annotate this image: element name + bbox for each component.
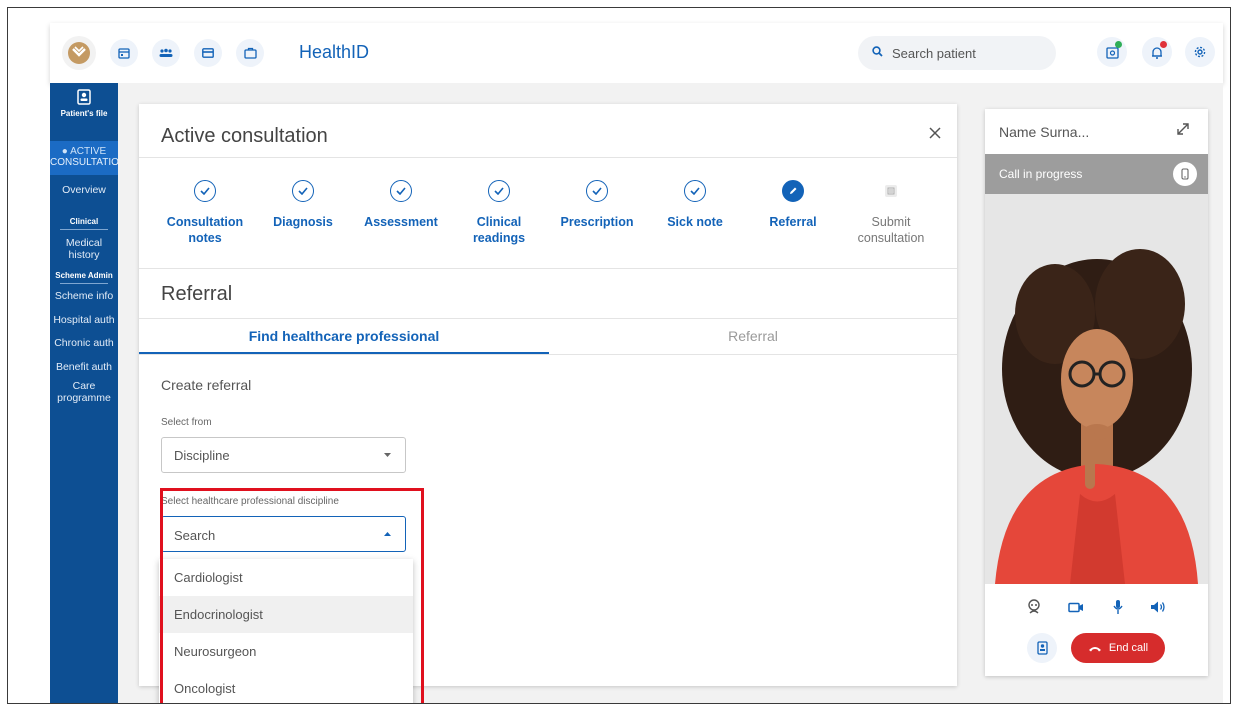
gear-icon[interactable] (1185, 37, 1215, 67)
step-label: Referral (769, 215, 817, 229)
page-title: Active consultation (161, 125, 328, 147)
search-icon (872, 46, 883, 57)
expand-icon[interactable] (1176, 122, 1190, 141)
patients-file-link[interactable]: Patient's file (50, 89, 118, 118)
app-title: HealthID (299, 42, 370, 62)
select-from-label: Select from (161, 417, 212, 428)
check-icon (390, 180, 412, 202)
caret-down-icon (384, 453, 391, 457)
call-controls (985, 594, 1208, 624)
phone-icon[interactable] (1173, 162, 1197, 186)
step-clinical-readings[interactable]: Clinical readings (451, 180, 547, 246)
step-label: Clinical (476, 215, 522, 229)
avatar-icon[interactable] (1021, 594, 1047, 620)
step-label-line2: consultation (857, 231, 925, 245)
call-status-bar: Call in progress (985, 154, 1208, 194)
pencil-icon (782, 180, 804, 202)
speaker-icon[interactable] (1145, 594, 1171, 620)
document-icon (880, 180, 902, 202)
step-submit-consultation[interactable]: Submit consultation (843, 180, 939, 246)
end-call-button[interactable]: End call (1071, 633, 1165, 663)
step-label-line2: readings (472, 231, 526, 245)
sidebar-item-medical-history[interactable]: Medical history (50, 237, 118, 261)
sidebar-heading-scheme-admin: Scheme Admin (55, 271, 113, 280)
check-icon (684, 180, 706, 202)
close-icon[interactable] (929, 126, 941, 144)
hang-up-icon (1088, 646, 1101, 651)
device-icon[interactable] (1097, 37, 1127, 67)
sidebar: Patient's file ● ACTIVE CONSULTATION Ove… (50, 83, 127, 703)
app-window: HealthID Patient's file ● ACTIVE CONSULT… (7, 7, 1231, 704)
check-icon (586, 180, 608, 202)
patient-file-icon (77, 89, 91, 105)
tab-referral[interactable]: Referral (549, 319, 957, 354)
highlight-box (160, 488, 424, 703)
top-bar: HealthID (50, 23, 1223, 83)
sidebar-item-chronic-auth[interactable]: Chronic auth (50, 337, 118, 349)
patient-file-button[interactable] (1027, 633, 1057, 663)
tab-find-healthcare-professional[interactable]: Find healthcare professional (139, 319, 549, 354)
calendar-icon[interactable] (110, 39, 138, 67)
sidebar-item-hospital-auth[interactable]: Hospital auth (50, 314, 118, 326)
step-prescription[interactable]: Prescription (549, 180, 645, 230)
select-from-dropdown[interactable]: Discipline (161, 437, 406, 473)
step-label: Assessment (364, 215, 438, 229)
search-bar[interactable] (858, 36, 1056, 70)
caller-name: Name Surna... (999, 124, 1090, 140)
section-title: Referral (161, 283, 233, 305)
patient-file-icon (1036, 641, 1048, 655)
search-input[interactable] (892, 43, 1042, 63)
video-camera-icon[interactable] (1063, 594, 1089, 620)
end-call-label: End call (1108, 642, 1149, 654)
step-diagnosis[interactable]: Diagnosis (255, 180, 351, 230)
sidebar-item-benefit-auth[interactable]: Benefit auth (50, 361, 118, 373)
step-label: Consultation (166, 215, 244, 229)
sidebar-item-scheme-info[interactable]: Scheme info (50, 290, 118, 302)
bell-icon[interactable] (1142, 37, 1172, 67)
check-icon (194, 180, 216, 202)
sidebar-heading-clinical: Clinical (69, 217, 99, 226)
call-status: Call in progress (999, 167, 1083, 181)
step-label: Submit (871, 215, 911, 229)
step-label-line2: notes (188, 231, 222, 245)
create-referral-heading: Create referral (161, 377, 252, 393)
step-label: Sick note (667, 215, 723, 229)
card-icon[interactable] (194, 39, 222, 67)
sidebar-item-overview[interactable]: Overview (50, 184, 118, 196)
step-consultation-notes[interactable]: Consultation notes (157, 180, 253, 246)
briefcase-icon[interactable] (236, 39, 264, 67)
select-from-value: Discipline (174, 448, 230, 463)
microphone-icon[interactable] (1105, 594, 1131, 620)
check-icon (488, 180, 510, 202)
people-icon[interactable] (152, 39, 180, 67)
video-call-panel: Name Surna... Call in progress End call (985, 109, 1208, 676)
active-consultation-label: CONSULTATION (50, 157, 127, 168)
active-status-label: ● ACTIVE (61, 146, 107, 157)
step-referral[interactable]: Referral (745, 180, 841, 230)
sidebar-item-care-programme[interactable]: Care programme (50, 380, 118, 404)
step-label: Prescription (560, 215, 634, 229)
logo[interactable] (62, 36, 96, 70)
patients-file-label: Patient's file (60, 109, 108, 118)
step-sick-note[interactable]: Sick note (647, 180, 743, 230)
sidebar-item-active-consultation[interactable]: ● ACTIVE CONSULTATION (50, 141, 127, 175)
step-label: Diagnosis (273, 215, 333, 229)
check-icon (292, 180, 314, 202)
caller-video (985, 194, 1208, 584)
step-assessment[interactable]: Assessment (353, 180, 449, 230)
